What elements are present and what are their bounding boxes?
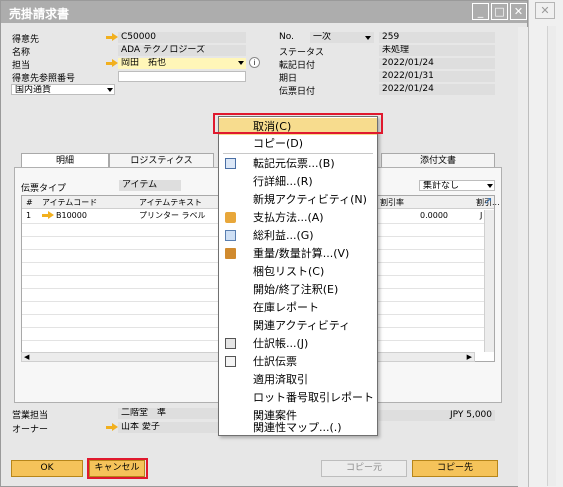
ok-button[interactable]: OK bbox=[11, 460, 83, 477]
summary-select[interactable]: 集計なし bbox=[419, 180, 495, 191]
owner-field[interactable]: 山本 愛子 bbox=[118, 422, 218, 433]
customer-ref-field[interactable] bbox=[118, 71, 246, 82]
customer-ref-label: 得意先参照番号 bbox=[12, 74, 76, 84]
no-field[interactable]: 259 bbox=[379, 32, 495, 43]
contact-label: 担当 bbox=[12, 61, 31, 71]
tab-contents[interactable]: 明細 bbox=[21, 153, 109, 168]
menu-item-label: 支払方法...(A) bbox=[253, 211, 324, 224]
context-menu: 取消(C) コピー(D) 転記元伝票...(B) 行詳細...(R) 新規アクテ… bbox=[218, 116, 378, 436]
menu-item-label: 仕訳帳...(J) bbox=[253, 337, 309, 350]
tab-attachments[interactable]: 添付文書 bbox=[381, 153, 495, 168]
status-label: ステータス bbox=[279, 48, 325, 58]
background-window-strip: ✕ bbox=[528, 0, 563, 487]
menu-item-label: 重量/数量計算...(V) bbox=[253, 247, 350, 260]
doc-type-label: 伝票タイプ bbox=[21, 184, 67, 194]
menu-item-new-activity[interactable]: 新規アクティビティ(N) bbox=[219, 191, 377, 208]
row-item-code[interactable]: B10000 bbox=[56, 209, 87, 222]
copy-to-button[interactable]: コピー先 bbox=[412, 460, 498, 477]
no-label: No. bbox=[279, 32, 294, 42]
due-date-label: 期日 bbox=[279, 74, 298, 84]
menu-item-relationship-map[interactable]: 関連性マップ...(.) bbox=[219, 419, 377, 436]
document-date-label: 伝票日付 bbox=[279, 87, 316, 97]
menu-item-volume-weight[interactable]: 重量/数量計算...(V) bbox=[219, 245, 377, 262]
customer-link-arrow-icon[interactable] bbox=[106, 33, 118, 42]
menu-item-label: 転記元伝票...(B) bbox=[253, 157, 335, 170]
posting-date-label: 転記日付 bbox=[279, 61, 316, 71]
row-extra[interactable]: J bbox=[480, 209, 482, 222]
customer-field[interactable]: C50000 bbox=[118, 32, 246, 43]
contact-info-icon[interactable]: i bbox=[249, 57, 260, 68]
contact-link-arrow-icon[interactable] bbox=[106, 59, 118, 68]
customer-label: 得意先 bbox=[12, 35, 40, 45]
menu-item-base-document[interactable]: 転記元伝票...(B) bbox=[219, 155, 377, 172]
no-series-dropdown-icon[interactable] bbox=[365, 36, 371, 40]
menu-item-copy[interactable]: コピー(D) bbox=[219, 135, 377, 152]
name-field[interactable]: ADA テクノロジーズ bbox=[118, 45, 246, 56]
menu-item-stock-report[interactable]: 在庫レポート bbox=[219, 299, 377, 316]
name-label: 名称 bbox=[12, 48, 31, 58]
currency-dropdown-icon[interactable] bbox=[107, 88, 113, 92]
menu-item-journal[interactable]: 仕訳帳...(J) bbox=[219, 335, 377, 352]
menu-item-related-activities[interactable]: 関連アクティビティ bbox=[219, 317, 377, 334]
scroll-left-icon[interactable]: ◀ bbox=[24, 353, 29, 361]
scroll-right-icon[interactable]: ▶ bbox=[467, 353, 472, 361]
payment-means-icon bbox=[225, 212, 236, 223]
status-field: 未処理 bbox=[379, 45, 495, 56]
base-document-icon bbox=[225, 158, 236, 169]
posting-date-field[interactable]: 2022/01/24 bbox=[379, 58, 495, 69]
due-date-field[interactable]: 2022/01/31 bbox=[379, 71, 495, 82]
copy-from-button[interactable]: コピー元 bbox=[321, 460, 407, 477]
menu-item-pick-list[interactable]: 梱包リスト(C) bbox=[219, 263, 377, 280]
background-vscroll[interactable] bbox=[547, 26, 556, 486]
title-bar[interactable]: 売掛請求書 _ □ ✕ bbox=[1, 1, 527, 23]
window-vscroll[interactable] bbox=[518, 27, 528, 487]
row-num: 1 bbox=[26, 211, 32, 220]
menu-item-payment-means[interactable]: 支払方法...(A) bbox=[219, 209, 377, 226]
cancel-button-highlight bbox=[87, 458, 148, 479]
row-item-text[interactable]: プリンター ラベル bbox=[139, 209, 206, 222]
grid-vscroll[interactable] bbox=[484, 210, 494, 352]
window-title: 売掛請求書 bbox=[9, 7, 70, 21]
close-icon[interactable]: ✕ bbox=[510, 3, 527, 20]
sales-employee-field[interactable]: 二階堂 準 bbox=[118, 408, 218, 419]
col-header-item-code[interactable]: アイテムコード bbox=[42, 196, 97, 209]
doc-type-field[interactable]: アイテム bbox=[119, 180, 181, 191]
item-link-arrow-icon[interactable] bbox=[42, 211, 54, 220]
journal-book-icon bbox=[225, 338, 236, 349]
col-header-item-text[interactable]: アイテムテキスト bbox=[139, 196, 202, 209]
menu-item-batch-transactions-report[interactable]: ロット番号取引レポート bbox=[219, 389, 377, 406]
menu-item-label: 仕訳伝票 bbox=[253, 355, 297, 368]
expand-columns-icon[interactable]: ↗ bbox=[484, 196, 492, 207]
menu-item-label: 総利益...(G) bbox=[253, 229, 314, 242]
menu-separator bbox=[223, 153, 373, 154]
document-date-field[interactable]: 2022/01/24 bbox=[379, 84, 495, 95]
menu-item-gross-profit[interactable]: 総利益...(G) bbox=[219, 227, 377, 244]
row-discount[interactable]: 0.0000 bbox=[420, 209, 448, 222]
gross-profit-icon bbox=[225, 230, 236, 241]
menu-item-journal-voucher[interactable]: 仕訳伝票 bbox=[219, 353, 377, 370]
minimize-icon[interactable]: _ bbox=[472, 3, 489, 20]
currency-select[interactable]: 国内通貨 bbox=[11, 84, 115, 95]
col-header-discount[interactable]: 割引率 bbox=[380, 196, 404, 209]
tab-logistics[interactable]: ロジスティクス bbox=[109, 153, 214, 168]
summary-dropdown-icon[interactable] bbox=[487, 184, 493, 188]
owner-link-arrow-icon[interactable] bbox=[106, 423, 118, 432]
contact-dropdown-icon[interactable] bbox=[238, 61, 244, 65]
sales-employee-label: 営業担当 bbox=[12, 411, 49, 421]
journal-voucher-icon bbox=[225, 356, 236, 367]
menu-item-row-details[interactable]: 行詳細...(R) bbox=[219, 173, 377, 190]
menu-item-opening-closing-remarks[interactable]: 開始/終了注釈(E) bbox=[219, 281, 377, 298]
total-field: JPY 5,000 bbox=[379, 410, 495, 421]
volume-weight-icon bbox=[225, 248, 236, 259]
cancel-menu-highlight bbox=[213, 113, 383, 134]
contact-field[interactable]: 岡田 拓也 bbox=[118, 58, 246, 69]
background-close-icon[interactable]: ✕ bbox=[535, 2, 555, 19]
owner-label: オーナー bbox=[12, 425, 49, 435]
maximize-icon[interactable]: □ bbox=[491, 3, 508, 20]
menu-item-applied-transactions[interactable]: 適用済取引 bbox=[219, 371, 377, 388]
col-header-num[interactable]: # bbox=[26, 196, 33, 209]
